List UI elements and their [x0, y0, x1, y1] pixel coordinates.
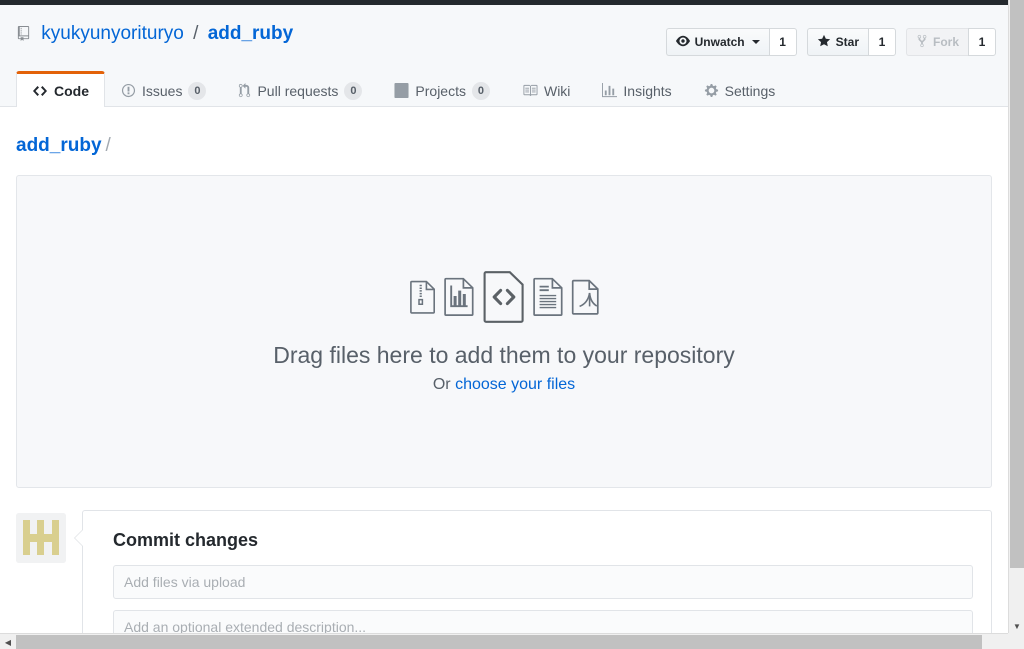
code-icon: [32, 83, 48, 99]
tab-pull-requests[interactable]: Pull requests 0: [222, 73, 378, 107]
commit-summary-input[interactable]: [113, 565, 973, 599]
tab-insights-label: Insights: [623, 82, 672, 99]
fork-button[interactable]: Fork: [905, 28, 968, 56]
file-type-icons: [409, 270, 600, 324]
vertical-scrollbar[interactable]: ▼: [1008, 0, 1024, 636]
tab-settings[interactable]: Settings: [688, 73, 792, 107]
git-pull-request-icon: [238, 83, 251, 98]
scroll-left-arrow-icon[interactable]: ◀: [0, 634, 16, 649]
repository-nav-tabs: Code Issues 0 Pull requests 0 Projects 0…: [16, 71, 791, 107]
star-button-group: Star 1: [806, 28, 896, 56]
watch-button-group: Unwatch 1: [665, 28, 797, 56]
repo-icon: [16, 25, 31, 47]
repository-title: kyukyunyorituryo / add_ruby: [16, 23, 293, 47]
breadcrumb-root-link[interactable]: add_ruby: [16, 135, 102, 156]
avatar: [16, 513, 66, 563]
commit-changes-title: Commit changes: [113, 530, 259, 550]
fork-icon: [916, 34, 928, 51]
unwatch-button[interactable]: Unwatch: [665, 28, 769, 56]
book-icon: [522, 83, 538, 98]
tab-code[interactable]: Code: [16, 71, 105, 107]
tab-pull-requests-label: Pull requests: [257, 82, 339, 99]
tab-pull-requests-badge: 0: [344, 81, 363, 100]
star-button[interactable]: Star: [806, 28, 868, 56]
tab-settings-label: Settings: [724, 82, 776, 99]
tab-projects[interactable]: Projects 0: [378, 73, 506, 107]
scrollbar-corner: [1008, 633, 1024, 649]
browser-viewport: kyukyunyorituryo / add_ruby Unwatch 1 St…: [0, 0, 1024, 649]
file-text-icon: [532, 277, 565, 317]
tab-issues-badge: 0: [188, 81, 207, 100]
issue-opened-icon: [121, 83, 136, 98]
dropzone-or-text: Or: [432, 375, 456, 393]
vertical-scrollbar-thumb[interactable]: [1010, 0, 1024, 568]
tab-projects-label: Projects: [415, 82, 466, 99]
tab-issues[interactable]: Issues 0: [105, 73, 222, 107]
fork-button-group: Fork 1: [905, 28, 996, 56]
tab-wiki-label: Wiki: [543, 82, 571, 99]
unwatch-label: Unwatch: [694, 35, 745, 49]
dropzone-title: Drag files here to add them to your repo…: [273, 341, 735, 368]
fork-count[interactable]: 1: [968, 28, 996, 56]
scroll-down-arrow-icon[interactable]: ▼: [1009, 618, 1024, 634]
breadcrumb-slash: /: [105, 135, 111, 156]
page-content: kyukyunyorituryo / add_ruby Unwatch 1 St…: [0, 5, 1008, 636]
horizontal-scrollbar[interactable]: ◀ ▶: [0, 633, 1024, 649]
file-dropzone[interactable]: Drag files here to add them to your repo…: [16, 175, 992, 488]
graph-icon: [602, 83, 618, 98]
star-count[interactable]: 1: [867, 28, 896, 56]
choose-files-link[interactable]: choose your files: [455, 376, 575, 393]
breadcrumb: add_ruby /: [16, 135, 111, 157]
dropzone-subtitle: Or choose your files: [433, 376, 575, 394]
repository-header: kyukyunyorituryo / add_ruby Unwatch 1 St…: [0, 5, 1008, 107]
star-icon: [817, 34, 831, 51]
file-pdf-icon: [571, 279, 600, 315]
eye-icon: [675, 34, 690, 51]
tab-code-label: Code: [54, 82, 89, 99]
watch-count[interactable]: 1: [768, 28, 797, 56]
tab-projects-badge: 0: [471, 81, 490, 100]
tab-wiki[interactable]: Wiki: [506, 73, 586, 107]
star-label: Star: [835, 35, 859, 49]
file-chart-icon: [443, 277, 476, 317]
file-code-icon: [482, 270, 526, 324]
repo-title-separator: /: [193, 23, 199, 44]
tab-insights[interactable]: Insights: [586, 73, 687, 107]
horizontal-scrollbar-thumb[interactable]: [16, 635, 982, 649]
tab-issues-label: Issues: [142, 82, 183, 99]
repo-owner-link[interactable]: kyukyunyorituryo: [41, 23, 184, 44]
commit-changes-panel: Commit changes: [74, 510, 992, 636]
gear-icon: [704, 83, 719, 98]
chevron-down-icon: [751, 40, 760, 44]
file-zip-icon: [409, 280, 437, 314]
fork-label: Fork: [932, 35, 959, 49]
repository-actions: Unwatch 1 Star 1 Fork 1: [665, 28, 996, 56]
project-icon: [394, 83, 409, 98]
repo-name-link[interactable]: add_ruby: [208, 23, 294, 44]
